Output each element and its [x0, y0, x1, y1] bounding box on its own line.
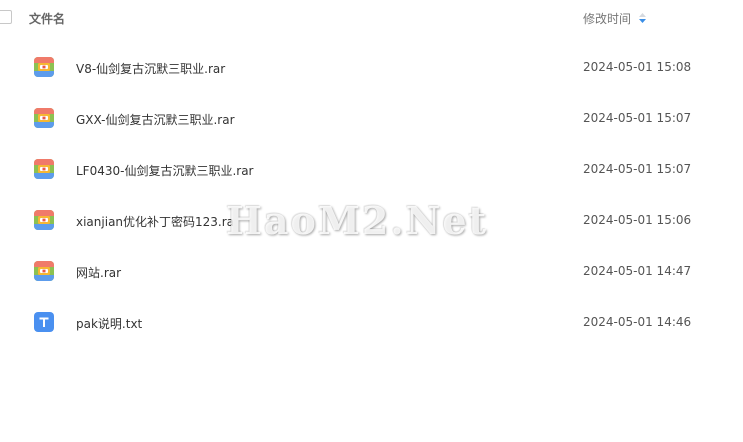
file-name: GXX-仙剑复古沉默三职业.rar [76, 113, 235, 127]
file-modified-time: 2024-05-01 14:47 [583, 264, 692, 278]
file-row[interactable]: xianjian优化补丁密码123.ra 2024-05-01 15:06 [0, 195, 743, 246]
file-modified-time: 2024-05-01 15:07 [583, 162, 692, 176]
file-row[interactable]: 网站.rar 2024-05-01 14:47 [0, 246, 743, 297]
archive-icon [34, 108, 54, 128]
archive-icon [34, 210, 54, 230]
archive-icon [34, 57, 54, 77]
archive-icon [34, 261, 54, 281]
file-list-page: 文件名 修改时间 V8-仙剑复古沉默三职业.rar 2024-05-01 15:… [0, 0, 743, 442]
file-row[interactable]: LF0430-仙剑复古沉默三职业.rar 2024-05-01 15:07 [0, 144, 743, 195]
file-modified-time: 2024-05-01 14:46 [583, 315, 692, 329]
file-name: xianjian优化补丁密码123.ra [76, 215, 235, 229]
file-name: LF0430-仙剑复古沉默三职业.rar [76, 164, 254, 178]
text-file-icon [34, 312, 54, 332]
file-modified-time: 2024-05-01 15:08 [583, 60, 692, 74]
column-header-name[interactable]: 文件名 [29, 10, 65, 27]
file-name: V8-仙剑复古沉默三职业.rar [76, 62, 226, 76]
file-modified-time: 2024-05-01 15:07 [583, 111, 692, 125]
file-name: pak说明.txt [76, 317, 143, 331]
file-row[interactable]: V8-仙剑复古沉默三职业.rar 2024-05-01 15:08 [0, 42, 743, 93]
file-row[interactable]: pak说明.txt 2024-05-01 14:46 [0, 297, 743, 348]
column-header-modified-time[interactable]: 修改时间 [583, 10, 631, 27]
file-name: 网站.rar [76, 266, 122, 280]
select-all-checkbox[interactable] [0, 10, 12, 24]
list-header: 文件名 修改时间 [0, 0, 743, 36]
file-modified-time: 2024-05-01 15:06 [583, 213, 692, 227]
file-row[interactable]: GXX-仙剑复古沉默三职业.rar 2024-05-01 15:07 [0, 93, 743, 144]
sort-icon[interactable] [638, 12, 647, 24]
file-list: V8-仙剑复古沉默三职业.rar 2024-05-01 15:08 GXX-仙剑… [0, 42, 743, 348]
archive-icon [34, 159, 54, 179]
